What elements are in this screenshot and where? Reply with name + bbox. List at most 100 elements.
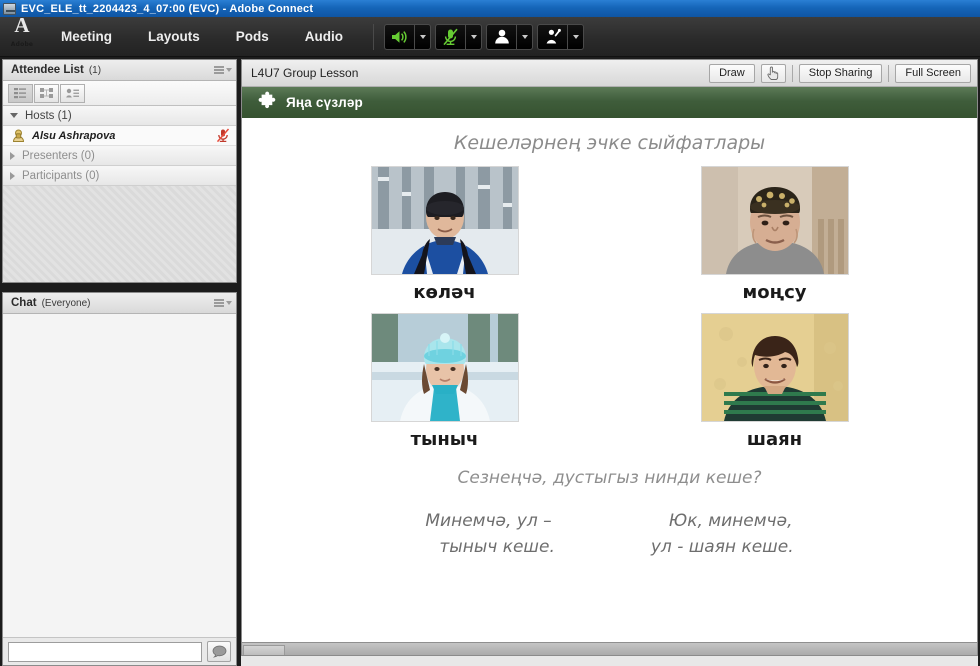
group-participants-label: Participants (0) [22, 170, 99, 182]
group-presenters-label: Presenters (0) [22, 150, 95, 162]
raise-hand-dropdown[interactable] [567, 24, 584, 50]
speaker-dropdown[interactable] [414, 24, 431, 50]
menu-bar: A Adobe Meeting Layouts Pods Audio [0, 17, 980, 57]
chevron-down-icon [226, 68, 232, 72]
chevron-down-icon [10, 113, 18, 118]
slide-horizontal-scrollbar[interactable] [242, 642, 977, 655]
chevron-right-icon [10, 172, 15, 180]
attendee-list-empty-area [3, 186, 236, 282]
attendee-row[interactable]: Alsu Ashrapova [3, 126, 236, 146]
chat-input[interactable] [8, 642, 202, 662]
group-hosts-label: Hosts (1) [25, 110, 72, 122]
chat-pod-title: Chat [11, 297, 37, 309]
share-pod-column: L4U7 Group Lesson Draw Stop Sharing Full… [237, 57, 980, 666]
window-titlebar: EVC_ELE_tt_2204423_4_07:00 (EVC) - Adobe… [0, 0, 980, 17]
slide-banner-text: Яңа сүзләр [286, 95, 363, 110]
group-participants[interactable]: Participants (0) [3, 166, 236, 186]
grid-view-icon [39, 87, 54, 99]
attendee-list-pod: Attendee List (1) [2, 59, 237, 283]
vocabulary-card: шаян [625, 313, 925, 460]
detail-view-button[interactable] [60, 84, 85, 103]
adobe-logo: A Adobe [5, 20, 39, 54]
hand-pointer-icon [767, 66, 780, 81]
menu-meeting[interactable]: Meeting [47, 23, 126, 50]
chat-pod: Chat (Everyone) [2, 292, 237, 666]
chat-input-row [3, 637, 236, 665]
attendee-pod-title: Attendee List [11, 64, 84, 76]
vocabulary-card-grid: көләч [295, 166, 925, 460]
answer-right-line1: Юк, минемчә, [651, 508, 794, 534]
chevron-down-icon [226, 301, 232, 305]
photo-smiling-man-blue-jacket-snow [371, 166, 519, 275]
puzzle-piece-icon [256, 91, 280, 114]
share-pod-actions: Draw Stop Sharing Full Screen [709, 64, 971, 83]
slide-question: Сезнеңчә, дустыгыз нинди кеше? [457, 468, 761, 488]
vocabulary-card: тыныч [295, 313, 595, 460]
attendee-pod-options-button[interactable] [214, 66, 232, 74]
pod-options-icon [214, 66, 224, 74]
webcam-control-group [486, 24, 533, 50]
microphone-dropdown[interactable] [465, 24, 482, 50]
attendee-count: (1) [89, 65, 101, 76]
chat-scope: (Everyone) [42, 298, 91, 309]
host-badge-icon [11, 128, 26, 143]
toolbar-divider [888, 65, 889, 82]
list-view-icon [13, 87, 28, 99]
person-camera-icon [493, 28, 511, 45]
slide-answers: Минемчә, ул – тыныч кеше. Юк, минемчә, у… [242, 508, 977, 561]
bottom-strip [241, 656, 978, 666]
microphone-button[interactable] [435, 24, 465, 50]
pointer-button[interactable] [761, 64, 786, 83]
share-pod-title: L4U7 Group Lesson [251, 66, 358, 80]
chat-send-button[interactable] [207, 641, 231, 662]
toolbar-divider [792, 65, 793, 82]
full-screen-button[interactable]: Full Screen [895, 64, 971, 83]
speaker-icon [390, 29, 409, 45]
group-presenters[interactable]: Presenters (0) [3, 146, 236, 166]
slide-content: Кешеләрнең эчке сыйфатлары [242, 118, 977, 642]
answer-right: Юк, минемчә, ул - шаян кеше. [651, 508, 794, 561]
menu-pods[interactable]: Pods [222, 23, 283, 50]
microphone-muted-icon [216, 128, 230, 143]
raise-hand-button[interactable] [537, 24, 567, 50]
vocabulary-word: көләч [413, 282, 475, 303]
stop-sharing-button[interactable]: Stop Sharing [799, 64, 883, 83]
menu-audio[interactable]: Audio [291, 23, 357, 50]
chat-pod-header: Chat (Everyone) [3, 293, 236, 314]
photo-young-woman-blue-hat-snow [371, 313, 519, 422]
grid-view-button[interactable] [34, 84, 59, 103]
speaker-button[interactable] [384, 24, 414, 50]
answer-right-line2: ул - шаян кеше. [651, 534, 794, 560]
photo-young-man-green-striped-shirt [701, 313, 849, 422]
microphone-muted-icon [442, 28, 459, 46]
raise-hand-control-group [537, 24, 584, 50]
shared-slide: Яңа сүзләр Кешеләрнең эчке сыйфатлары [242, 87, 977, 655]
menu-layouts[interactable]: Layouts [134, 23, 214, 50]
slide-banner: Яңа сүзләр [242, 87, 977, 118]
answer-left-line2: тыныч кеше. [425, 534, 554, 560]
webcam-dropdown[interactable] [516, 24, 533, 50]
speaker-control-group [384, 24, 431, 50]
vocabulary-card: көләч [295, 166, 595, 313]
attendee-view-toolbar [3, 81, 236, 106]
pod-options-icon [214, 299, 224, 307]
vocabulary-word: моңсу [742, 282, 806, 303]
chat-message-area [3, 314, 236, 637]
toolbar-divider [373, 24, 374, 50]
group-hosts[interactable]: Hosts (1) [3, 106, 236, 126]
chat-pod-options-button[interactable] [214, 299, 232, 307]
adobe-logo-word: Adobe [11, 41, 33, 48]
left-pod-column: Attendee List (1) [0, 57, 237, 666]
window-title: EVC_ELE_tt_2204423_4_07:00 (EVC) - Adobe… [21, 3, 313, 15]
list-view-button[interactable] [8, 84, 33, 103]
webcam-button[interactable] [486, 24, 516, 50]
attendee-name: Alsu Ashrapova [32, 130, 115, 142]
share-pod-header: L4U7 Group Lesson Draw Stop Sharing Full… [242, 60, 977, 87]
draw-button[interactable]: Draw [709, 64, 755, 83]
slide-title: Кешеләрнең эчке сыйфатлары [454, 132, 765, 154]
microphone-control-group [435, 24, 482, 50]
answer-left: Минемчә, ул – тыныч кеше. [425, 508, 554, 561]
attendee-pod-header: Attendee List (1) [3, 60, 236, 81]
card-view-icon [65, 87, 80, 99]
adobe-logo-glyph: A [14, 16, 29, 34]
